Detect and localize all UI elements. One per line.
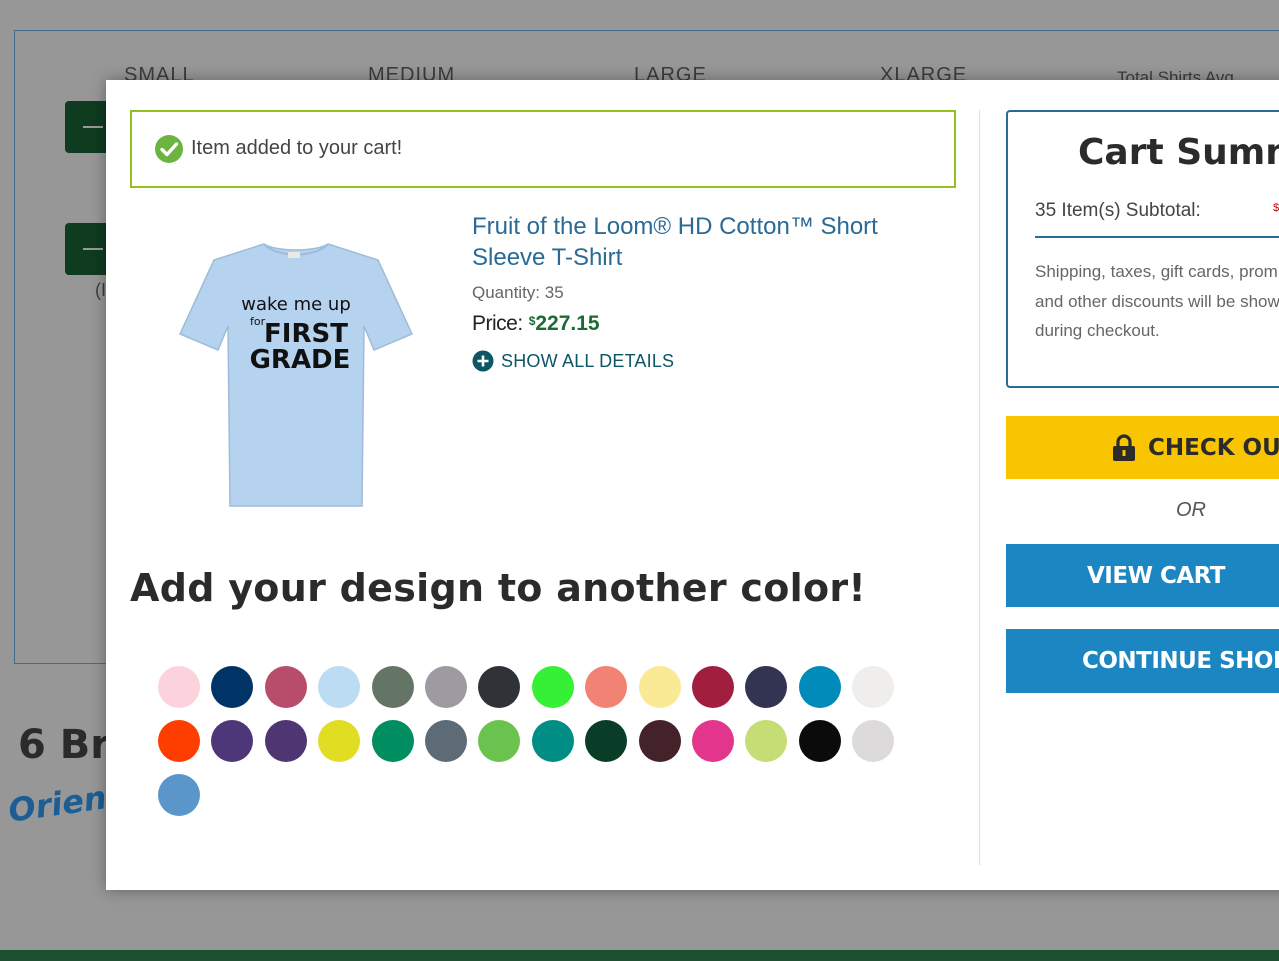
- color-swatch[interactable]: [852, 720, 895, 762]
- subtotal-label: 35 Item(s) Subtotal:: [1035, 200, 1201, 221]
- color-swatch[interactable]: [585, 666, 628, 708]
- color-swatch[interactable]: [745, 666, 788, 708]
- color-swatch[interactable]: [798, 720, 841, 762]
- color-swatch[interactable]: [478, 720, 521, 762]
- subtotal-row: 35 Item(s) Subtotal: $: [1035, 200, 1279, 238]
- color-swatch[interactable]: [531, 666, 574, 708]
- color-swatch[interactable]: [691, 720, 734, 762]
- color-swatch[interactable]: [371, 666, 414, 708]
- lock-icon: [1113, 433, 1135, 461]
- design-heading: Add your design to another color!: [130, 566, 867, 610]
- alert-message: Item added to your cart!: [191, 137, 403, 159]
- color-swatch[interactable]: [745, 720, 788, 762]
- color-swatch[interactable]: [424, 720, 467, 762]
- color-swatch[interactable]: [318, 666, 361, 708]
- product-image: wake me up for FIRST GRADE: [178, 243, 414, 507]
- background-heading: 6 Br: [18, 722, 110, 768]
- color-swatch[interactable]: [531, 720, 574, 762]
- product-price: Price: $227.15: [472, 312, 600, 336]
- price-currency: $: [528, 314, 536, 328]
- color-swatch[interactable]: [478, 666, 521, 708]
- price-value: 227.15: [535, 312, 600, 335]
- summary-note-line: and other discounts will be show: [1035, 291, 1279, 311]
- summary-note-line: during checkout.: [1035, 321, 1160, 340]
- continue-shopping-button[interactable]: CONTINUE SHOPPIN: [1006, 629, 1279, 693]
- footer-bar: [0, 950, 1279, 961]
- color-swatch-grid: [158, 666, 918, 816]
- checkout-label: CHECK OUT: [1148, 434, 1279, 461]
- product-quantity: Quantity: 35: [472, 283, 564, 302]
- success-alert: Item added to your cart!: [130, 110, 956, 188]
- shirt-print-line3: GRADE: [250, 345, 351, 375]
- price-label: Price:: [472, 312, 523, 335]
- checkout-button[interactable]: CHECK OUT: [1006, 416, 1279, 479]
- show-all-details-link[interactable]: SHOW ALL DETAILS: [472, 350, 674, 372]
- add-to-cart-modal: Item added to your cart! wake me up for …: [106, 80, 1279, 890]
- modal-divider: [979, 110, 980, 865]
- color-swatch[interactable]: [211, 666, 254, 708]
- color-swatch[interactable]: [691, 666, 734, 708]
- color-swatch[interactable]: [264, 666, 307, 708]
- color-swatch[interactable]: [585, 720, 628, 762]
- color-swatch[interactable]: [798, 666, 841, 708]
- color-swatch[interactable]: [318, 720, 361, 762]
- color-swatch[interactable]: [264, 720, 307, 762]
- product-name[interactable]: Fruit of the Loom® HD Cotton™ Short Slee…: [472, 211, 942, 273]
- color-swatch[interactable]: [158, 666, 200, 708]
- color-swatch[interactable]: [638, 720, 681, 762]
- view-cart-button[interactable]: VIEW CART: [1006, 544, 1279, 607]
- color-swatch[interactable]: [852, 666, 895, 708]
- color-swatch[interactable]: [424, 666, 467, 708]
- summary-note: Shipping, taxes, gift cards, prom and ot…: [1035, 257, 1279, 346]
- color-swatch[interactable]: [638, 666, 681, 708]
- or-separator: OR: [1176, 499, 1206, 521]
- show-all-details-label: SHOW ALL DETAILS: [501, 350, 675, 371]
- color-swatch[interactable]: [211, 720, 254, 762]
- plus-circle-icon: [472, 350, 494, 372]
- summary-note-line: Shipping, taxes, gift cards, prom: [1035, 262, 1278, 281]
- color-swatch[interactable]: [158, 720, 200, 762]
- cart-summary-box: Cart Summar 35 Item(s) Subtotal: $ Shipp…: [1006, 110, 1279, 388]
- color-swatch[interactable]: [371, 720, 414, 762]
- check-circle-icon: [155, 135, 183, 163]
- subtotal-value: $: [1273, 202, 1279, 214]
- color-swatch[interactable]: [158, 774, 200, 816]
- cart-summary-title: Cart Summar: [1078, 132, 1279, 173]
- background-text: (I: [95, 280, 106, 300]
- shirt-print-line1: wake me up: [241, 294, 351, 315]
